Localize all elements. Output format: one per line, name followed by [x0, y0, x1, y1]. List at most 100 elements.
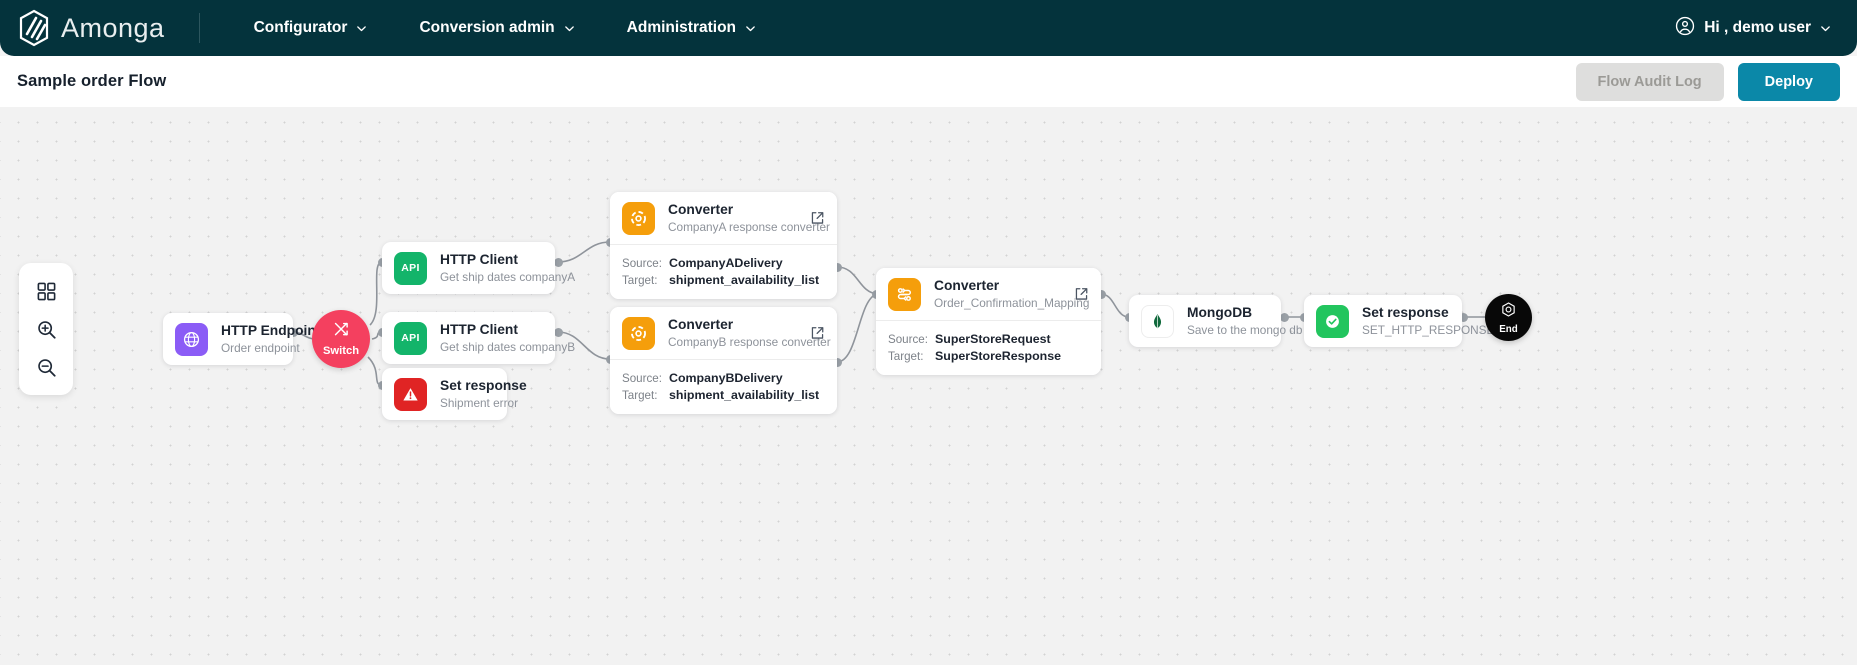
converter-source-row: Source: CompanyADelivery [622, 256, 825, 270]
node-subtitle: Get ship dates companyA [440, 270, 576, 284]
node-end[interactable]: End [1485, 294, 1532, 341]
converter-mapping-body: Source: CompanyBDelivery Target: shipmen… [610, 359, 837, 414]
nav-item-configurator[interactable]: Configurator [228, 13, 394, 43]
grid-icon[interactable] [33, 278, 59, 304]
source-value: SuperStoreRequest [935, 332, 1051, 346]
node-switch[interactable]: Switch [312, 310, 370, 368]
node-converter-c[interactable]: Converter Order_Confirmation_Mapping Sou… [876, 268, 1101, 375]
flow-edges [292, 241, 1485, 386]
nav-item-label: Configurator [253, 19, 348, 36]
api-icon: API [394, 321, 427, 355]
target-hex-icon [1500, 301, 1517, 323]
converter-header: Converter CompanyA response converter [610, 192, 837, 244]
brand-name: Amonga [61, 12, 165, 43]
converter-mapping-body: Source: CompanyADelivery Target: shipmen… [610, 244, 837, 299]
converter-target-row: Target: SuperStoreResponse [888, 349, 1089, 363]
brand-divider [198, 13, 200, 43]
node-title: Converter [668, 202, 734, 217]
node-mongodb[interactable]: MongoDB Save to the mongo db [1129, 295, 1302, 347]
node-title: MongoDB [1187, 305, 1253, 320]
node-http-client-a[interactable]: API HTTP Client Get ship dates companyA [382, 242, 575, 294]
deploy-button[interactable]: Deploy [1737, 62, 1840, 101]
target-value: shipment_availability_list [669, 388, 820, 402]
node-title: HTTP Endpoint [221, 323, 321, 338]
node-subtitle: CompanyA response converter [668, 220, 830, 234]
check-circle-icon [1316, 304, 1349, 338]
node-text: Set response Shipment error [440, 377, 527, 411]
node-text: Set response SET_HTTP_RESPONSE [1362, 304, 1494, 338]
flow-subheader: Sample order Flow Flow Audit Log Deploy [0, 56, 1857, 107]
converter-gear-icon [622, 316, 655, 350]
user-menu[interactable]: Hi , demo user [1675, 16, 1857, 41]
nav-item-label: Administration [626, 19, 737, 36]
flow-canvas[interactable]: HTTP Endpoint Order endpoint Switch API … [0, 107, 1857, 665]
node-converter-b[interactable]: Converter CompanyB response converter So… [610, 307, 837, 414]
flow-audit-log-button[interactable]: Flow Audit Log [1575, 62, 1724, 101]
nav-item-conversion-admin[interactable]: Conversion admin [393, 13, 600, 43]
source-label: Source: [622, 372, 662, 385]
node-label: End [1499, 323, 1518, 335]
edge-convB-convC [836, 293, 878, 363]
node-subtitle: Shipment error [440, 396, 519, 410]
external-link-icon[interactable] [1074, 287, 1089, 302]
chevron-down-icon [745, 23, 756, 34]
chevron-down-icon [356, 23, 367, 34]
node-title: HTTP Client [440, 252, 518, 267]
mongodb-leaf-icon [1141, 304, 1174, 338]
node-http-client-b[interactable]: API HTTP Client Get ship dates companyB [382, 312, 575, 364]
amonga-logo-icon [16, 9, 52, 47]
canvas-tool-palette [19, 263, 73, 395]
node-subtitle: Get ship dates companyB [440, 340, 576, 354]
page-title: Sample order Flow [17, 72, 167, 90]
api-icon: API [394, 251, 427, 285]
node-subtitle: CompanyB response converter [668, 335, 831, 349]
node-subtitle: Order endpoint [221, 341, 300, 355]
converter-gear-icon [622, 201, 655, 235]
node-text: MongoDB Save to the mongo db [1187, 304, 1302, 338]
target-label: Target: [622, 274, 658, 287]
converter-source-row: Source: SuperStoreRequest [888, 332, 1089, 346]
main-nav: Configurator Conversion admin Administra… [228, 13, 782, 43]
node-subtitle: SET_HTTP_RESPONSE [1362, 323, 1495, 337]
source-value: CompanyBDelivery [669, 371, 783, 385]
external-link-icon[interactable] [810, 211, 825, 226]
switch-arrows-icon [333, 321, 350, 343]
user-circle-icon [1675, 16, 1695, 41]
node-http-endpoint[interactable]: HTTP Endpoint Order endpoint [163, 313, 320, 365]
node-set-response-error[interactable]: Set response Shipment error [382, 368, 527, 420]
node-text: HTTP Client Get ship dates companyA [440, 251, 575, 285]
node-title: HTTP Client [440, 322, 518, 337]
chevron-down-icon [564, 23, 575, 34]
source-label: Source: [888, 333, 928, 346]
zoom-in-icon[interactable] [33, 316, 59, 342]
node-title: Converter [668, 317, 734, 332]
edge-convC-mongo [1100, 293, 1130, 318]
nav-item-label: Conversion admin [419, 19, 555, 36]
zoom-out-icon[interactable] [33, 354, 59, 380]
target-value: SuperStoreResponse [935, 349, 1062, 363]
chevron-down-icon [1820, 23, 1831, 34]
converter-header: Converter Order_Confirmation_Mapping [876, 268, 1101, 320]
globe-icon [175, 322, 208, 356]
target-value: shipment_availability_list [669, 273, 820, 287]
external-link-icon[interactable] [810, 326, 825, 341]
node-title: Converter [934, 278, 1000, 293]
node-subtitle: Save to the mongo db [1187, 323, 1303, 337]
converter-target-row: Target: shipment_availability_list [622, 388, 825, 402]
converter-swap-icon [888, 277, 921, 311]
node-text: HTTP Endpoint Order endpoint [221, 322, 320, 356]
brand-logo[interactable]: Amonga [0, 9, 165, 47]
node-text: Converter Order_Confirmation_Mapping [934, 277, 1089, 311]
node-converter-a[interactable]: Converter CompanyA response converter So… [610, 192, 837, 299]
warning-triangle-icon [394, 377, 427, 411]
edge-convA-convC [836, 266, 878, 295]
target-label: Target: [622, 389, 658, 402]
node-set-response-http[interactable]: Set response SET_HTTP_RESPONSE [1304, 295, 1494, 347]
node-title: Set response [1362, 305, 1449, 320]
top-navigation-bar: Amonga Configurator Conversion admin Adm… [0, 0, 1857, 56]
converter-target-row: Target: shipment_availability_list [622, 273, 825, 287]
node-text: HTTP Client Get ship dates companyB [440, 321, 575, 355]
converter-header: Converter CompanyB response converter [610, 307, 837, 359]
nav-item-administration[interactable]: Administration [601, 13, 782, 43]
converter-mapping-body: Source: SuperStoreRequest Target: SuperS… [876, 320, 1101, 375]
